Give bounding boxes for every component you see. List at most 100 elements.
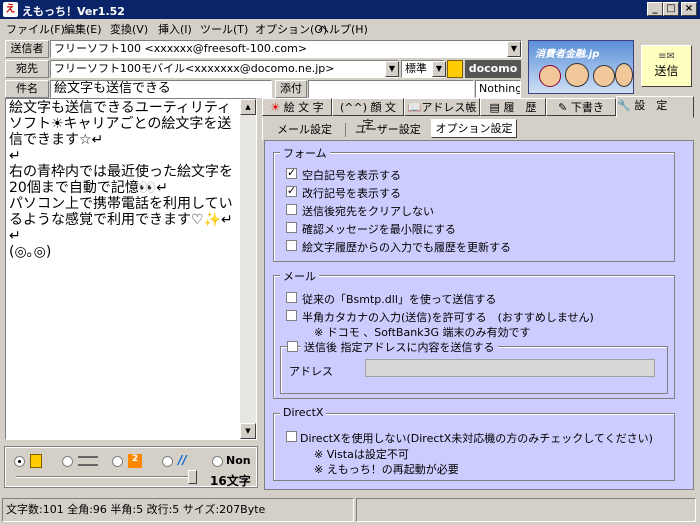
to-dropdown-button[interactable]: ▼ xyxy=(385,61,399,77)
menu-file[interactable]: ファイル(F) xyxy=(6,21,65,37)
face-icon xyxy=(539,65,561,87)
mode-dropdown-button[interactable]: ▼ xyxy=(432,61,446,77)
show-newline-checkbox[interactable] xyxy=(286,184,297,197)
book-icon: 📖 xyxy=(407,101,422,114)
directx-note-vista: ※ Vistaは設定不可 xyxy=(314,448,409,461)
radio-none[interactable] xyxy=(212,456,223,467)
draft-icon: ✎ xyxy=(558,101,568,114)
subtab-mail-settings[interactable]: メール設定 xyxy=(277,121,345,139)
face-icon xyxy=(565,63,589,87)
radio-au[interactable] xyxy=(62,456,73,467)
show-newline-label: 改行記号を表示する xyxy=(302,187,401,200)
minimize-messages-checkbox[interactable] xyxy=(286,222,297,233)
char-slider-thumb[interactable] xyxy=(188,470,197,484)
status-text: 文字数:101 全角:96 半角:5 改行:5 サイズ:207Byte xyxy=(2,498,354,522)
status-panel-2 xyxy=(356,498,696,522)
tab-kaomoji[interactable]: (^^) 顔 文 字 xyxy=(332,98,404,131)
scroll-up-icon[interactable]: ▲ xyxy=(240,99,256,115)
radio-willcom[interactable] xyxy=(162,456,173,467)
carrier-selector: 2 // Non 16文字 xyxy=(4,446,258,488)
menu-edit[interactable]: 編集(E) xyxy=(64,21,102,37)
subject-label: 件名 xyxy=(5,80,49,98)
subject-field[interactable]: 絵文字も送信できる xyxy=(50,80,272,98)
separator xyxy=(345,123,346,137)
sun-icon: ☀ xyxy=(270,101,281,114)
radio-none-label: Non xyxy=(226,454,251,467)
char-count-label: 16文字 xyxy=(210,474,251,488)
scroll-down-icon[interactable]: ▼ xyxy=(240,423,256,439)
app-icon: え xyxy=(3,2,18,17)
mail-group: メール 従来の「Bsmtp.dll」を使って送信する 半角カタカナの入力(送信)… xyxy=(273,268,675,399)
subtab-option-settings[interactable]: オプション設定 xyxy=(431,119,517,138)
hankaku-note: ※ ドコモ 、SoftBank3G 端末のみ有効です xyxy=(314,326,531,339)
face-icon xyxy=(615,63,633,87)
wrench-icon: 🔧 xyxy=(617,99,631,112)
menu-insert[interactable]: 挿入(I) xyxy=(158,21,192,37)
tab-addressbook[interactable]: 📖アドレス帳 xyxy=(404,98,480,116)
radio-docomo[interactable] xyxy=(14,456,25,467)
tab-history[interactable]: ▤ 履 歴 xyxy=(480,98,546,116)
attach-value[interactable]: Nothing xyxy=(475,80,521,98)
editor-scrollbar[interactable]: ▲ ▼ xyxy=(240,99,256,439)
show-space-checkbox[interactable] xyxy=(286,166,297,179)
disable-directx-label: DirectXを使用しない(DirectX未対応機の方のみチェックしてください) xyxy=(300,432,653,445)
forward-after-send-checkbox[interactable] xyxy=(287,341,298,352)
keep-recipient-label: 送信後宛先をクリアしない xyxy=(302,205,434,218)
history-icon: ▤ xyxy=(489,101,500,114)
from-label: 送信者 xyxy=(5,40,49,58)
tab-settings[interactable]: 🔧 設 定 xyxy=(616,96,694,118)
attach-label: 添付 xyxy=(275,80,307,98)
use-bsmtp-checkbox[interactable] xyxy=(286,292,297,303)
carrier-label[interactable]: docomo xyxy=(465,60,521,78)
softbank-icon: 2 xyxy=(128,454,142,468)
carrier-icon xyxy=(447,60,463,78)
forward-address-field[interactable] xyxy=(365,359,655,377)
minimize-messages-label: 確認メッセージを最小限にする xyxy=(302,223,456,236)
form-group-title: フォーム xyxy=(280,145,330,161)
tab-drafts[interactable]: ✎ 下書き xyxy=(546,98,616,116)
to-field[interactable]: フリーソフト100モバイル<xxxxxxx@docomo.ne.jp> xyxy=(50,60,399,78)
forward-after-send-label: 送信後 指定アドレスに内容を送信する xyxy=(301,339,498,355)
use-bsmtp-label: 従来の「Bsmtp.dll」を使って送信する xyxy=(302,293,497,306)
docomo-icon xyxy=(30,454,42,468)
update-history-label: 絵文字履歴からの入力でも履歴を更新する xyxy=(302,241,511,254)
allow-hankaku-label: 半角カタカナの入力(送信)を許可する (おすすめしません) xyxy=(302,311,594,324)
message-body[interactable]: 絵文字も送信できるユーティリティソフト☀キャリアごとの絵文字を送信できます☆↵ … xyxy=(9,100,241,260)
close-button[interactable]: × xyxy=(681,2,697,16)
subtab-user-settings[interactable]: ユーザー設定 xyxy=(355,121,427,139)
allow-hankaku-checkbox[interactable] xyxy=(286,310,297,321)
send-button[interactable]: ≡✉ 送信 xyxy=(641,45,692,87)
directx-group: DirectX DirectXを使用しない(DirectX未対応機の方のみチェッ… xyxy=(273,406,675,481)
from-field[interactable]: フリーソフト100 <xxxxxx@freesoft-100.com> xyxy=(50,40,522,58)
keep-recipient-checkbox[interactable] xyxy=(286,204,297,215)
options-panel: フォーム 空白記号を表示する 改行記号を表示する 送信後宛先をクリアしない 確認… xyxy=(264,140,694,490)
disable-directx-checkbox[interactable] xyxy=(286,431,297,442)
au-icon xyxy=(78,456,98,466)
envelope-icon: ≡✉ xyxy=(658,51,675,62)
menu-help[interactable]: ヘルプ(H) xyxy=(318,21,368,37)
directx-group-title: DirectX xyxy=(280,406,327,419)
update-history-checkbox[interactable] xyxy=(286,240,297,251)
attach-field[interactable] xyxy=(308,80,474,98)
main-tab-bar: ☀ 絵 文 字 (^^) 顔 文 字 📖アドレス帳 ▤ 履 歴 ✎ 下書き 🔧 … xyxy=(262,96,694,131)
char-slider-track[interactable] xyxy=(16,476,196,478)
tab-emoji[interactable]: ☀ 絵 文 字 xyxy=(262,98,332,116)
forward-subgroup: 送信後 指定アドレスに内容を送信する アドレス xyxy=(280,339,668,394)
menu-convert[interactable]: 変換(V) xyxy=(110,21,148,37)
mail-group-title: メール xyxy=(280,268,319,284)
banner-text: 消費者金融.jp xyxy=(535,49,600,60)
directx-note-restart: ※ えもっち！の再起動が必要 xyxy=(314,463,459,476)
minimize-button[interactable]: _ xyxy=(647,2,663,16)
menu-options[interactable]: オプション(O) xyxy=(255,21,327,37)
message-editor[interactable]: 絵文字も送信できるユーティリティソフト☀キャリアごとの絵文字を送信できます☆↵ … xyxy=(5,98,257,440)
title-bar: え えもっち！Ver1.52 _ □ × xyxy=(0,0,700,19)
maximize-button[interactable]: □ xyxy=(663,2,679,16)
menu-bar: ファイル(F) 編集(E) 変換(V) 挿入(I) ツール(T) オプション(O… xyxy=(0,19,700,37)
willcom-icon: // xyxy=(178,453,187,467)
sub-tab-bar: メール設定 ユーザー設定 オプション設定 xyxy=(262,118,694,140)
radio-softbank[interactable] xyxy=(112,456,123,467)
status-bar: 文字数:101 全角:96 半角:5 改行:5 サイズ:207Byte xyxy=(0,494,700,525)
from-dropdown-button[interactable]: ▼ xyxy=(507,41,521,57)
menu-tools[interactable]: ツール(T) xyxy=(200,21,248,37)
banner-ad[interactable]: 消費者金融.jp xyxy=(528,40,634,94)
